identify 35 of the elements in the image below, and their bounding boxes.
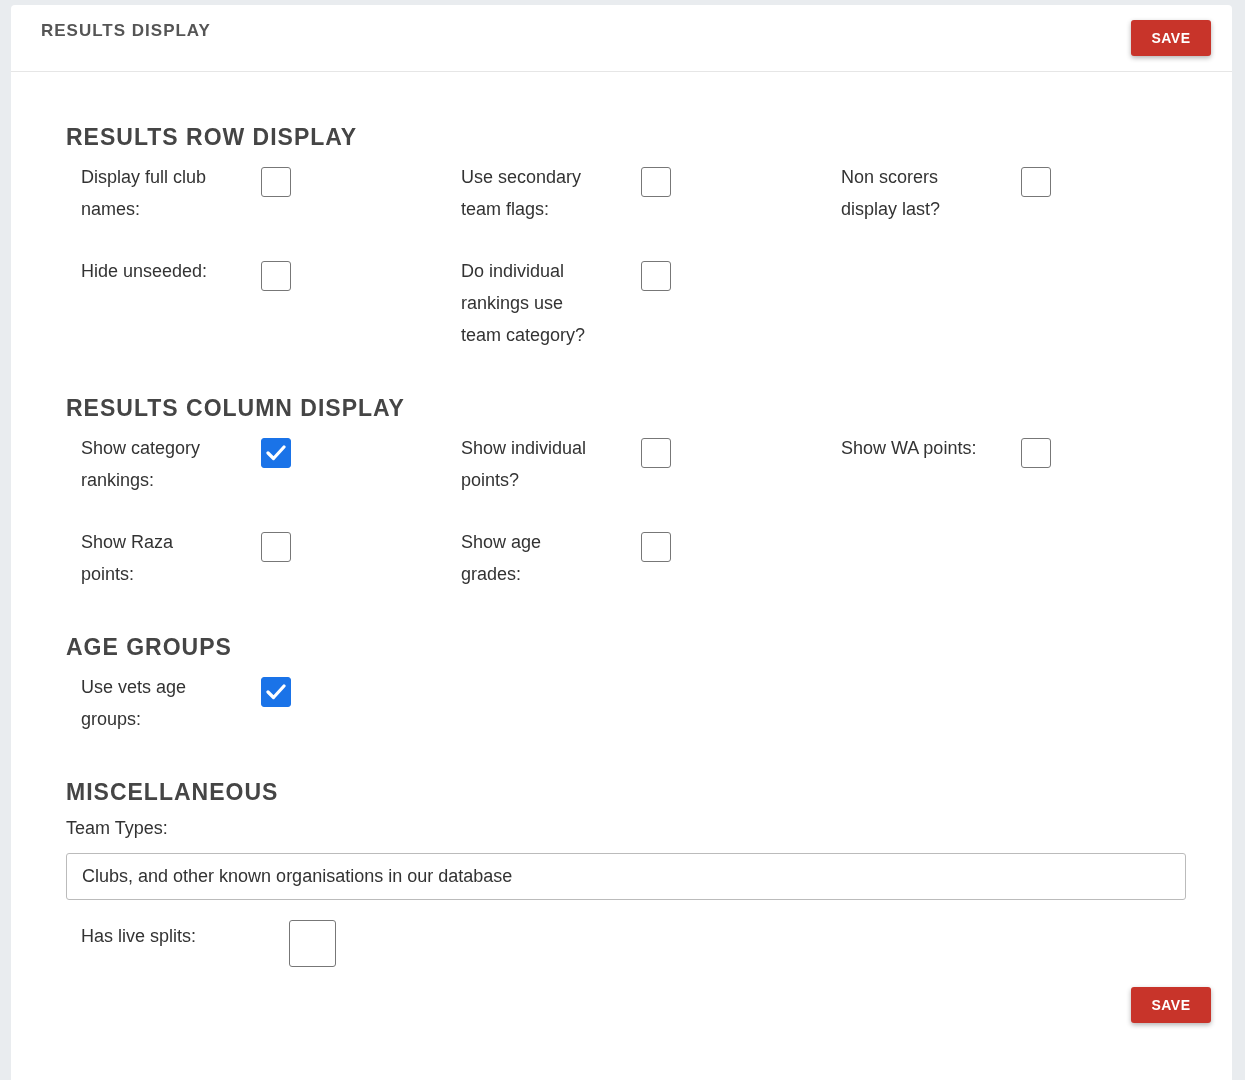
option-label: Non scorers display last?: [841, 166, 942, 221]
checkbox[interactable]: [641, 167, 671, 197]
checkmark-icon: [266, 684, 286, 700]
option-label: Use secondary team flags:: [461, 166, 583, 221]
checkbox[interactable]: [641, 261, 671, 291]
team-types-field[interactable]: Clubs, and other known organisations in our database: [66, 853, 1186, 900]
option-label: Show Raza points:: [81, 531, 175, 586]
checkbox[interactable]: [289, 920, 336, 967]
option-label: Do individual rankings use team category?: [461, 260, 587, 347]
checkmark-icon: [266, 445, 286, 461]
section-heading: MISCELLANEOUS: [66, 779, 280, 806]
option-label: Show category rankings:: [81, 437, 202, 492]
save-button[interactable]: SAVE: [1131, 987, 1211, 1023]
checkbox[interactable]: [261, 677, 291, 707]
option-label: Use vets age groups:: [81, 676, 188, 731]
save-button[interactable]: SAVE: [1131, 20, 1211, 56]
option-label: Has live splits:: [81, 926, 198, 947]
option-label: Hide unseeded:: [81, 260, 209, 283]
section-heading: RESULTS ROW DISPLAY: [66, 124, 359, 151]
page-title: RESULTS DISPLAY: [41, 21, 211, 41]
checkbox[interactable]: [641, 438, 671, 468]
section-heading: AGE GROUPS: [66, 634, 233, 661]
checkbox[interactable]: [1021, 438, 1051, 468]
checkbox[interactable]: [1021, 167, 1051, 197]
field-label: Team Types:: [66, 818, 169, 839]
checkbox[interactable]: [261, 438, 291, 468]
checkbox[interactable]: [261, 261, 291, 291]
option-label: Show WA points:: [841, 437, 978, 460]
checkbox[interactable]: [261, 532, 291, 562]
option-label: Show age grades:: [461, 531, 543, 586]
section-heading: RESULTS COLUMN DISPLAY: [66, 395, 406, 422]
option-label: Display full club names:: [81, 166, 208, 221]
checkbox[interactable]: [261, 167, 291, 197]
option-label: Show individual points?: [461, 437, 588, 492]
checkbox[interactable]: [641, 532, 671, 562]
